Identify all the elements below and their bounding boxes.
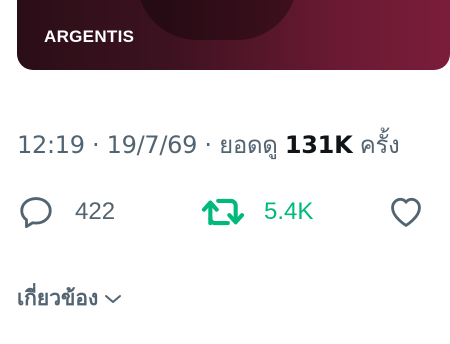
related-label: เกี่ยวข้อง [17,286,99,310]
reply-count: 422 [75,198,116,225]
meta-separator: · [197,131,220,159]
action-bar: 422 5.4K [17,190,437,234]
tweet-detail: ARGENTIS 12:19 · 19/7/69 · ยอดดู 131K คร… [0,0,450,344]
related-toggle[interactable]: เกี่ยวข้อง [17,282,122,315]
views-suffix: ครั้ง [352,131,400,159]
media-card[interactable]: ARGENTIS [17,0,450,70]
retweet-count: 5.4K [264,198,314,225]
chevron-down-icon [104,293,122,305]
views-label: ยอดดู [219,131,285,159]
media-caption: ARGENTIS [44,27,135,46]
retweet-icon [200,193,246,231]
reply-button[interactable]: 422 [17,190,115,234]
views-count: 131K [284,131,353,159]
heart-icon [387,193,425,231]
tweet-date[interactable]: 19/7/69 [107,131,198,159]
reply-icon [17,193,55,231]
meta-separator: · [84,131,107,159]
tweet-meta: 12:19 · 19/7/69 · ยอดดู 131K ครั้ง [17,125,400,164]
tweet-time[interactable]: 12:19 [17,131,85,159]
retweet-button[interactable]: 5.4K [200,190,313,234]
like-button[interactable] [387,190,425,234]
